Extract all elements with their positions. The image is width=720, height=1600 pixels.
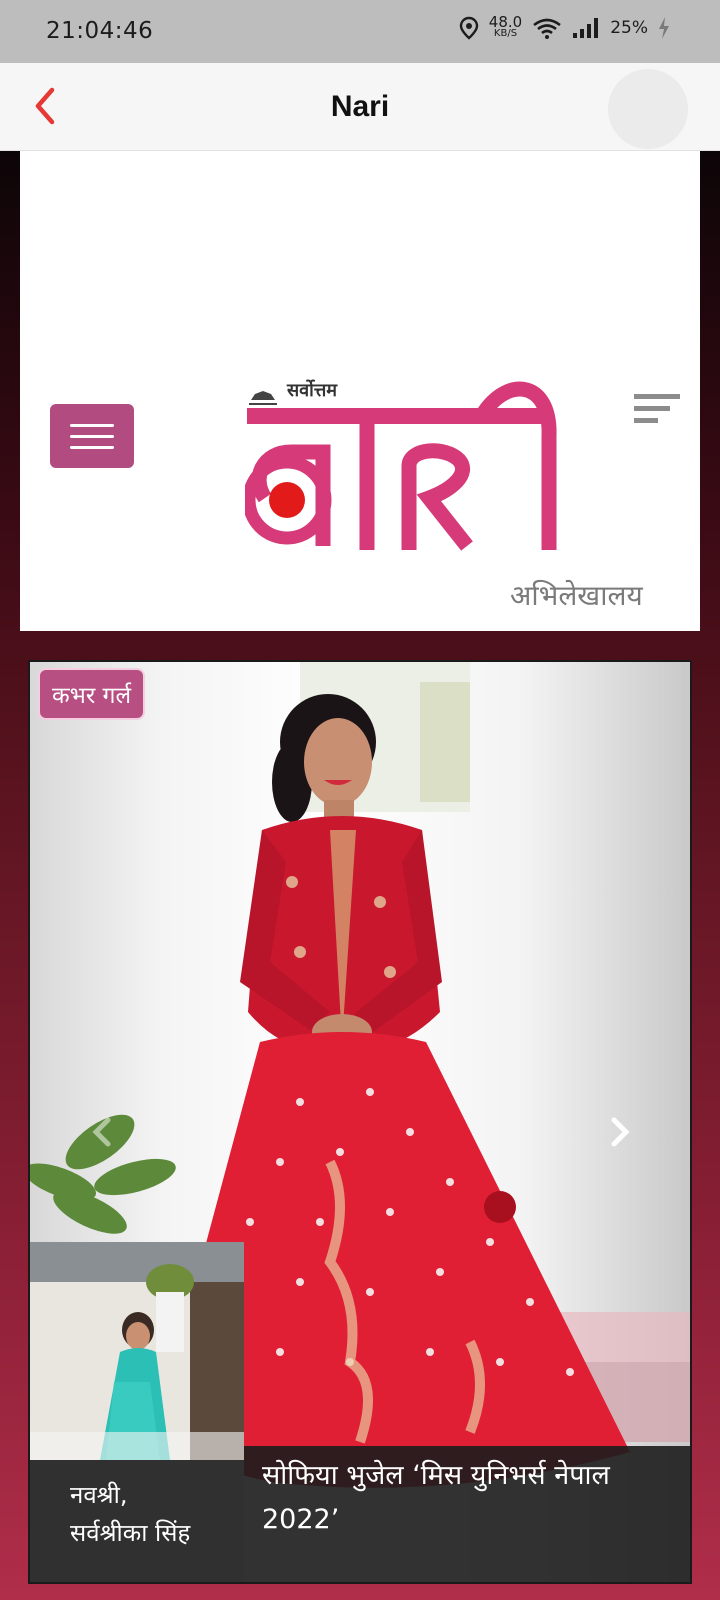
status-time: 21:04:46: [46, 18, 154, 44]
web-content: सर्वोत्तम अभिलेखालय कभर गर्ल नवश्री, सर्…: [0, 151, 720, 1600]
status-icons: 48.0 KB/S 25%: [459, 13, 670, 40]
next-slide-thumbnail[interactable]: नवश्री, सर्वश्रीका सिंह: [30, 1242, 244, 1582]
slide-caption[interactable]: सोफिया भुजेल ‘मिस युनिभर्स नेपाल 2022’: [244, 1446, 690, 1582]
featured-slider[interactable]: कभर गर्ल नवश्री, सर्वश्रीका सिंह सोफिया …: [28, 660, 692, 1584]
site-header: सर्वोत्तम अभिलेखालय: [20, 151, 700, 631]
site-logo[interactable]: सर्वोत्तम: [242, 366, 585, 566]
menu-button[interactable]: [50, 404, 134, 468]
signal-icon: [573, 18, 599, 38]
logo-small-text: सर्वोत्तम: [283, 378, 342, 402]
net-speed-unit: KB/S: [493, 28, 518, 39]
status-bar: 21:04:46 48.0 KB/S 25%: [0, 0, 720, 63]
thumbnail-caption-line1: नवश्री,: [70, 1481, 128, 1509]
location-icon: [459, 16, 478, 40]
avatar[interactable]: [608, 69, 688, 149]
category-badge[interactable]: कभर गर्ल: [38, 668, 146, 720]
app-bar: Nari: [0, 63, 720, 151]
chevron-right-icon[interactable]: [602, 1112, 636, 1152]
net-speed-value: 48.0: [488, 13, 523, 31]
net-speed: 48.0 KB/S: [488, 13, 523, 40]
sort-icon[interactable]: [634, 394, 682, 428]
wifi-icon: [533, 18, 561, 39]
thumbnail-caption-line2: सर्वश्रीका सिंह: [70, 1519, 191, 1547]
thumbnail-caption: नवश्री, सर्वश्रीका सिंह: [30, 1460, 244, 1582]
battery-percent: 25%: [610, 18, 648, 38]
thumbnail-photo: [30, 1242, 244, 1460]
hamburger-icon: [70, 423, 114, 427]
archive-label[interactable]: अभिलेखालय: [510, 576, 643, 614]
chevron-left-icon[interactable]: [86, 1112, 120, 1152]
battery-charging-icon: [659, 17, 669, 39]
